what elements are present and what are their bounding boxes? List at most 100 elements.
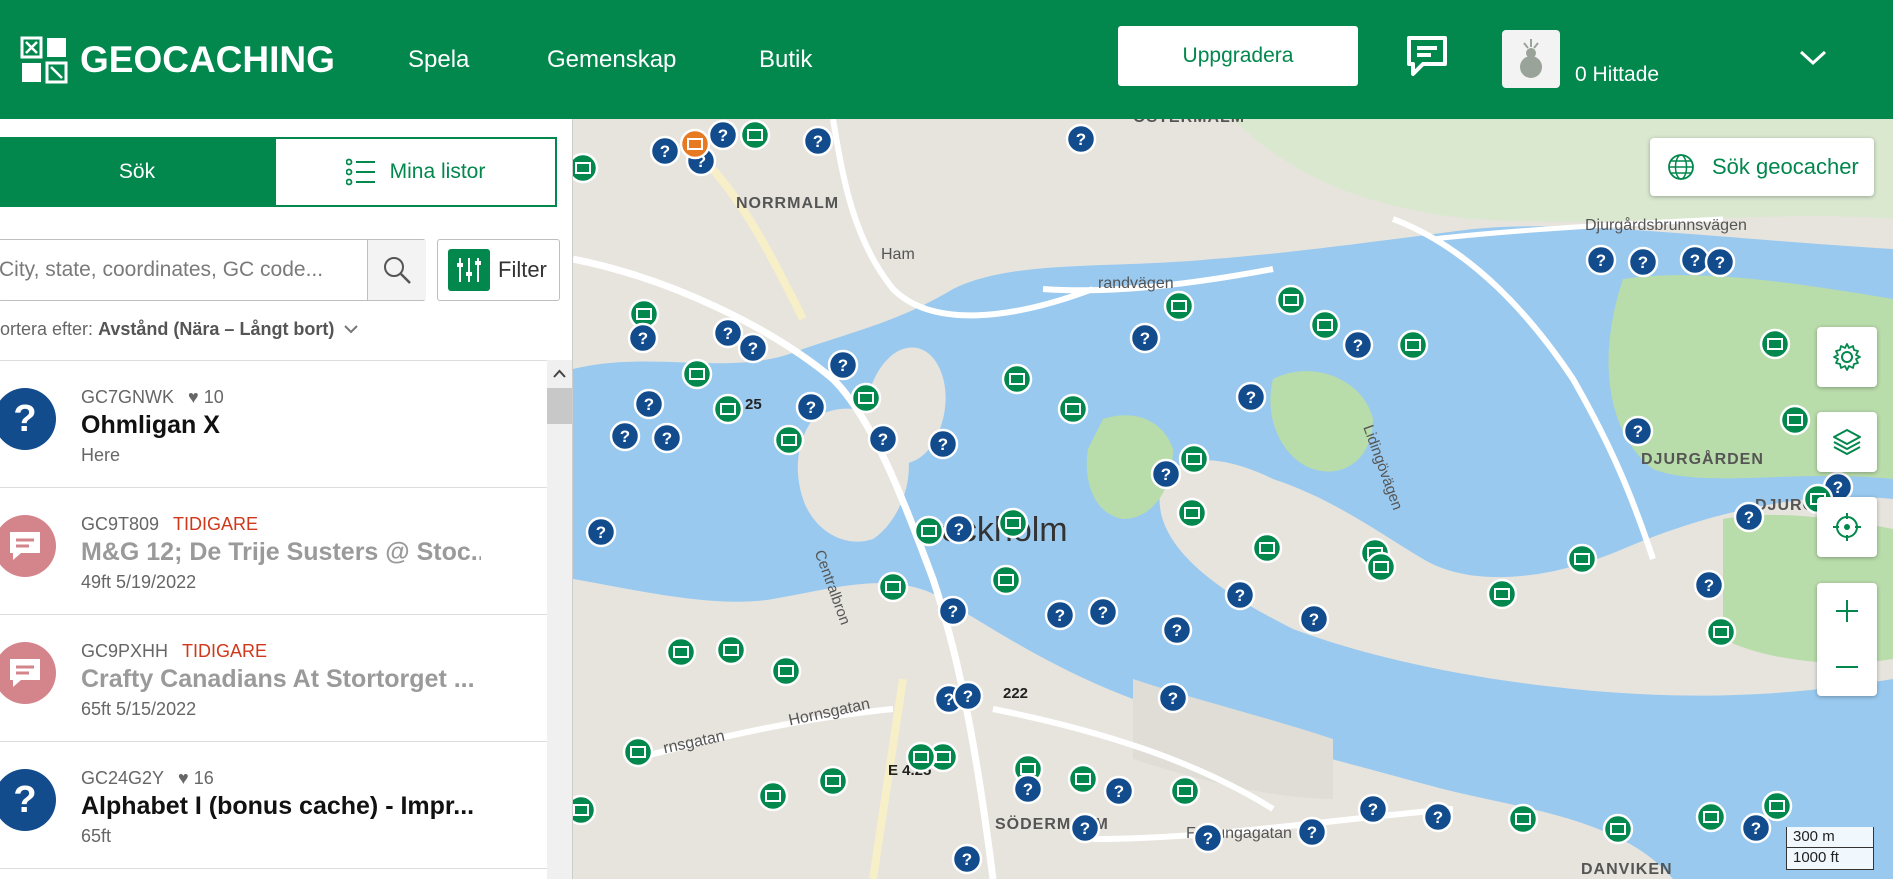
search-button[interactable]: [367, 240, 426, 300]
mystery-cache-marker[interactable]: ?: [952, 680, 984, 712]
traditional-cache-marker[interactable]: [1163, 290, 1195, 322]
geocaching-logo[interactable]: GEOCACHING: [20, 36, 335, 84]
mystery-cache-marker[interactable]: ?: [649, 135, 681, 167]
mystery-cache-marker[interactable]: ?: [802, 125, 834, 157]
traditional-cache-marker[interactable]: [1251, 532, 1283, 564]
traditional-cache-marker[interactable]: [817, 765, 849, 797]
traditional-cache-marker[interactable]: [665, 636, 697, 668]
mystery-cache-marker[interactable]: ?: [951, 843, 983, 875]
traditional-cache-marker[interactable]: [1779, 404, 1811, 436]
traditional-cache-marker[interactable]: [1761, 790, 1793, 822]
map-settings-button[interactable]: [1817, 327, 1877, 387]
mystery-cache-marker[interactable]: ?: [585, 516, 617, 548]
mystery-cache-marker[interactable]: ?: [943, 513, 975, 545]
traditional-cache-marker[interactable]: [850, 382, 882, 414]
search-geocaches-button[interactable]: Sök geocacher: [1650, 138, 1874, 196]
traditional-cache-marker[interactable]: [1397, 329, 1429, 361]
mystery-cache-marker[interactable]: ?: [707, 119, 739, 151]
mystery-cache-marker[interactable]: ?: [827, 349, 859, 381]
traditional-cache-marker[interactable]: [905, 741, 937, 773]
traditional-cache-marker[interactable]: [1695, 801, 1727, 833]
mystery-cache-marker[interactable]: ?: [1733, 501, 1765, 533]
mystery-cache-marker[interactable]: ?: [1422, 801, 1454, 833]
map[interactable]: ockholm ÖSTERMALM NORRMALM DJURGÅRDEN DJ…: [573, 119, 1893, 879]
mystery-cache-marker[interactable]: ?: [1235, 381, 1267, 413]
list-item[interactable]: GC9PXHH TIDIGARE Crafty Canadians At Sto…: [0, 615, 547, 742]
mystery-cache-marker[interactable]: ?: [1357, 793, 1389, 825]
traditional-cache-marker[interactable]: [1309, 309, 1341, 341]
mystery-cache-marker[interactable]: ?: [927, 428, 959, 460]
traditional-cache-marker[interactable]: [1705, 616, 1737, 648]
traditional-cache-marker[interactable]: [1566, 543, 1598, 575]
mystery-cache-marker[interactable]: ?: [737, 332, 769, 364]
traditional-cache-marker[interactable]: [573, 152, 599, 184]
mystery-cache-marker[interactable]: ?: [1224, 579, 1256, 611]
mystery-cache-marker[interactable]: ?: [1087, 596, 1119, 628]
traditional-cache-marker[interactable]: [1602, 813, 1634, 845]
mystery-cache-marker[interactable]: ?: [1069, 812, 1101, 844]
mystery-cache-marker[interactable]: ?: [1679, 244, 1711, 276]
nav-butik[interactable]: Butik: [759, 46, 812, 74]
mystery-cache-marker[interactable]: ?: [1012, 773, 1044, 805]
mystery-cache-marker[interactable]: ?: [1129, 322, 1161, 354]
traditional-cache-marker[interactable]: [1176, 497, 1208, 529]
traditional-cache-marker[interactable]: [1169, 775, 1201, 807]
chevron-down-icon[interactable]: [1798, 48, 1828, 68]
zoom-out-button[interactable]: [1817, 639, 1877, 695]
traditional-cache-marker[interactable]: [773, 424, 805, 456]
mystery-cache-marker[interactable]: ?: [1150, 458, 1182, 490]
sort-selector[interactable]: ortera efter: Avstånd (Nära – Långt bort…: [0, 319, 359, 340]
mystery-cache-marker[interactable]: ?: [1693, 569, 1725, 601]
upgrade-button[interactable]: Uppgradera: [1118, 26, 1358, 86]
nav-spela[interactable]: Spela: [408, 46, 469, 74]
mystery-cache-marker[interactable]: ?: [1298, 603, 1330, 635]
avatar[interactable]: [1502, 30, 1560, 88]
mystery-cache-marker[interactable]: ?: [1342, 329, 1374, 361]
scrollbar-thumb[interactable]: [547, 388, 572, 424]
list-scrollbar[interactable]: [547, 360, 572, 879]
traditional-cache-marker[interactable]: [1067, 763, 1099, 795]
mystery-cache-marker[interactable]: ?: [937, 595, 969, 627]
mystery-cache-marker[interactable]: ?: [795, 391, 827, 423]
traditional-cache-marker[interactable]: [715, 634, 747, 666]
message-icon[interactable]: [1403, 32, 1451, 80]
traditional-cache-marker[interactable]: [712, 393, 744, 425]
filter-button[interactable]: Filter: [437, 239, 560, 301]
mystery-cache-marker[interactable]: ?: [651, 422, 683, 454]
multi-cache-marker[interactable]: [679, 128, 711, 160]
mystery-cache-marker[interactable]: ?: [1044, 599, 1076, 631]
tab-my-lists[interactable]: Mina listor: [274, 137, 557, 207]
mystery-cache-marker[interactable]: ?: [1296, 816, 1328, 848]
traditional-cache-marker[interactable]: [913, 515, 945, 547]
mystery-cache-marker[interactable]: ?: [1585, 244, 1617, 276]
mystery-cache-marker[interactable]: ?: [609, 420, 641, 452]
tab-search[interactable]: Sök: [0, 137, 274, 207]
mystery-cache-marker[interactable]: ?: [712, 317, 744, 349]
traditional-cache-marker[interactable]: [1057, 393, 1089, 425]
mystery-cache-marker[interactable]: ?: [1622, 415, 1654, 447]
search-input[interactable]: [0, 240, 367, 300]
traditional-cache-marker[interactable]: [877, 571, 909, 603]
list-item[interactable]: ? GC7GNWK ♥ 10 Ohmligan X Here: [0, 361, 547, 488]
mystery-cache-marker[interactable]: ?: [1627, 246, 1659, 278]
traditional-cache-marker[interactable]: [1759, 328, 1791, 360]
traditional-cache-marker[interactable]: [1178, 443, 1210, 475]
traditional-cache-marker[interactable]: [1275, 284, 1307, 316]
traditional-cache-marker[interactable]: [1001, 363, 1033, 395]
mystery-cache-marker[interactable]: ?: [1065, 123, 1097, 155]
traditional-cache-marker[interactable]: [1486, 578, 1518, 610]
zoom-in-button[interactable]: [1817, 583, 1877, 639]
traditional-cache-marker[interactable]: [990, 564, 1022, 596]
traditional-cache-marker[interactable]: [757, 780, 789, 812]
traditional-cache-marker[interactable]: [1507, 803, 1539, 835]
mystery-cache-marker[interactable]: ?: [867, 423, 899, 455]
mystery-cache-marker[interactable]: ?: [633, 388, 665, 420]
traditional-cache-marker[interactable]: [739, 119, 771, 151]
locate-me-button[interactable]: [1817, 497, 1877, 557]
mystery-cache-marker[interactable]: ?: [1704, 246, 1736, 278]
traditional-cache-marker[interactable]: [997, 507, 1029, 539]
traditional-cache-marker[interactable]: [622, 736, 654, 768]
mystery-cache-marker[interactable]: ?: [1161, 614, 1193, 646]
list-item[interactable]: GC9T809 TIDIGARE M&G 12; De Trije Suster…: [0, 488, 547, 615]
traditional-cache-marker[interactable]: [1365, 551, 1397, 583]
